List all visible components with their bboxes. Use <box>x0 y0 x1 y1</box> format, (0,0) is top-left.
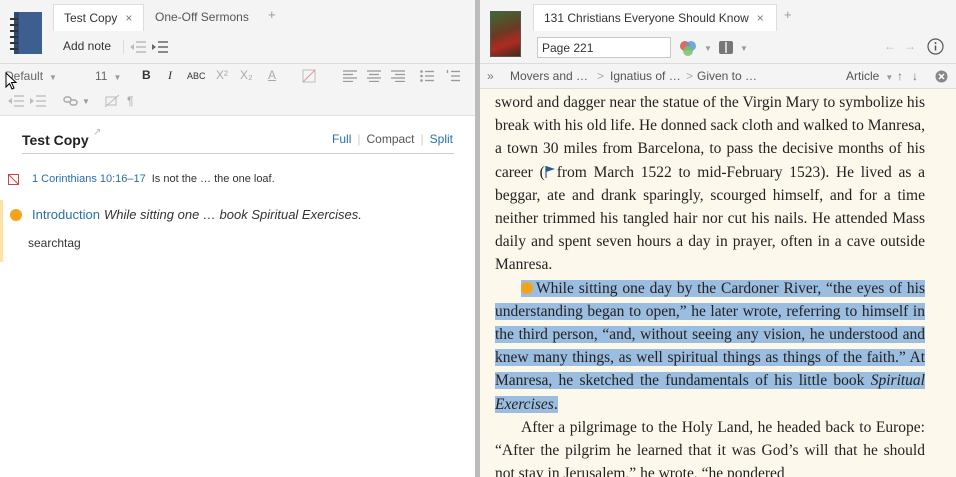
view-split-button[interactable]: Split <box>430 132 453 146</box>
breadcrumb-item[interactable]: Given to … <box>697 69 757 83</box>
align-center-icon[interactable] <box>367 70 381 82</box>
font-color-button[interactable]: A <box>268 68 276 82</box>
paragraph-text: . <box>553 395 558 413</box>
reader-pane: 131 Christians Everyone Should Know × + ▼… <box>480 0 956 477</box>
app-window: Test Copy × One-Off Sermons + Add note De… <box>0 0 956 477</box>
breadcrumb-item[interactable]: Ignatius of … <box>610 69 681 83</box>
highlight-clear-icon[interactable] <box>302 69 316 83</box>
font-size-select[interactable]: 11 ▼ <box>95 69 121 83</box>
reader-toolbar: 131 Christians Everyone Should Know × + ▼… <box>480 0 956 64</box>
close-icon[interactable]: × <box>125 11 132 25</box>
bullet-list-icon[interactable] <box>420 70 434 82</box>
note-item[interactable]: 1 Corinthians 10:16–17 Is not the … the … <box>8 173 275 185</box>
edit-title-icon[interactable]: ↗ <box>93 127 101 138</box>
subscript-button[interactable]: X₂ <box>240 68 253 82</box>
tab-label: Test Copy <box>64 11 118 25</box>
paragraph-text: from March 1522 to mid-February 1523). H… <box>495 163 925 274</box>
clear-format-icon[interactable] <box>104 94 120 108</box>
expand-icon[interactable]: » <box>487 69 494 83</box>
previous-section-icon[interactable]: ↑ <box>897 69 903 83</box>
tab-label: 131 Christians Everyone Should Know <box>544 11 749 25</box>
scripture-reference-link[interactable]: 1 Corinthians 10:16–17 <box>32 173 146 185</box>
notes-pane: Test Copy × One-Off Sermons + Add note De… <box>0 0 475 477</box>
close-icon[interactable]: × <box>757 11 764 25</box>
format-toolbar: Default ▼ 11 ▼ B I ABC X² X₂ A ▼ ¶ <box>0 64 475 116</box>
book-cover-thumbnail[interactable] <box>490 11 521 57</box>
flag-icon[interactable] <box>545 165 555 178</box>
breadcrumb: » Movers and … > Ignatius of … > Given t… <box>480 64 956 89</box>
breadcrumb-separator: > <box>686 69 694 83</box>
link-icon[interactable] <box>63 94 79 108</box>
chevron-down-icon: ▼ <box>113 73 122 82</box>
chevron-down-icon: ▼ <box>49 73 57 82</box>
tab-one-off-sermons[interactable]: One-Off Sermons <box>145 4 261 31</box>
italic-button[interactable]: I <box>168 68 172 83</box>
chevron-down-icon: ▼ <box>740 44 748 53</box>
paragraph: sword and dagger near the statue of the … <box>495 91 925 277</box>
paragraph-text: After a pilgrimage to the Holy Land, he … <box>495 418 925 477</box>
divider: | <box>420 132 424 146</box>
chevron-down-icon: ▼ <box>885 73 894 82</box>
note-anchor-link[interactable]: Introduction <box>32 207 100 222</box>
note-quote: While sitting one … book Spiritual Exerc… <box>103 207 362 222</box>
divider: | <box>357 132 361 146</box>
superscript-button[interactable]: X² <box>216 68 228 82</box>
mouse-cursor-icon <box>5 72 17 90</box>
close-icon[interactable] <box>935 70 948 83</box>
align-right-icon[interactable] <box>391 70 405 82</box>
back-arrow-icon[interactable]: ← <box>884 39 896 53</box>
indent-icon[interactable] <box>152 40 168 54</box>
note-item[interactable]: Introduction While sitting one … book Spi… <box>0 200 475 262</box>
chevron-down-icon: ▼ <box>82 97 90 106</box>
add-tab-icon[interactable]: + <box>268 7 276 22</box>
outdent-format-icon[interactable] <box>8 94 24 108</box>
tab-test-copy[interactable]: Test Copy × <box>53 4 144 31</box>
highlight-dot-icon[interactable] <box>10 209 22 221</box>
section-menu[interactable]: Article ▼ <box>846 69 893 83</box>
document-title[interactable]: Test Copy <box>22 132 89 148</box>
note-anchor: Introduction While sitting one … book Spi… <box>32 207 362 222</box>
reader-text[interactable]: sword and dagger near the statue of the … <box>495 91 925 477</box>
indent-format-icon[interactable] <box>30 94 46 108</box>
add-note-button[interactable]: Add note <box>63 39 111 53</box>
highlight-dot-icon[interactable] <box>521 281 533 294</box>
view-full-button[interactable]: Full <box>332 132 351 146</box>
note-tag[interactable]: searchtag <box>28 236 81 250</box>
tab-label: One-Off Sermons <box>155 10 249 24</box>
paragraph: After a pilgrimage to the Holy Land, he … <box>495 416 925 477</box>
add-tab-icon[interactable]: + <box>784 7 792 22</box>
tab-book[interactable]: 131 Christians Everyone Should Know × <box>533 4 777 31</box>
info-icon[interactable] <box>927 38 944 55</box>
align-left-icon[interactable] <box>343 70 357 82</box>
forward-arrow-icon[interactable]: → <box>904 39 916 53</box>
numbered-list-icon[interactable] <box>446 70 460 82</box>
title-divider <box>22 153 454 154</box>
next-section-icon[interactable]: ↓ <box>912 69 918 83</box>
page-reference-input[interactable] <box>537 37 671 58</box>
chevron-down-icon: ▼ <box>704 44 712 53</box>
smallcaps-button[interactable]: ABC <box>187 71 206 81</box>
note-text: Is not the … the one loaf. <box>151 173 275 185</box>
paragraph-marks-button[interactable]: ¶ <box>127 94 133 108</box>
paragraph-text: While sitting one day by the Cardoner Ri… <box>495 279 925 390</box>
section-menu-label: Article <box>846 69 880 83</box>
no-entry-icon[interactable] <box>8 173 19 185</box>
breadcrumb-item[interactable]: Movers and … <box>510 69 588 83</box>
outdent-icon[interactable] <box>130 40 146 54</box>
view-switcher: Full | Compact | Split <box>332 132 453 146</box>
breadcrumb-separator: > <box>597 69 605 83</box>
view-compact-button[interactable]: Compact <box>367 132 415 146</box>
highlighted-paragraph[interactable]: While sitting one day by the Cardoner Ri… <box>495 277 925 416</box>
notebook-icon[interactable] <box>8 10 44 56</box>
font-size-value: 11 <box>95 69 108 83</box>
notes-toolbar: Test Copy × One-Off Sermons + Add note <box>0 0 475 64</box>
bold-button[interactable]: B <box>142 68 151 82</box>
toolbar-divider <box>123 40 124 54</box>
visual-filters-icon[interactable] <box>679 40 697 56</box>
parallel-resources-icon[interactable] <box>718 40 734 55</box>
